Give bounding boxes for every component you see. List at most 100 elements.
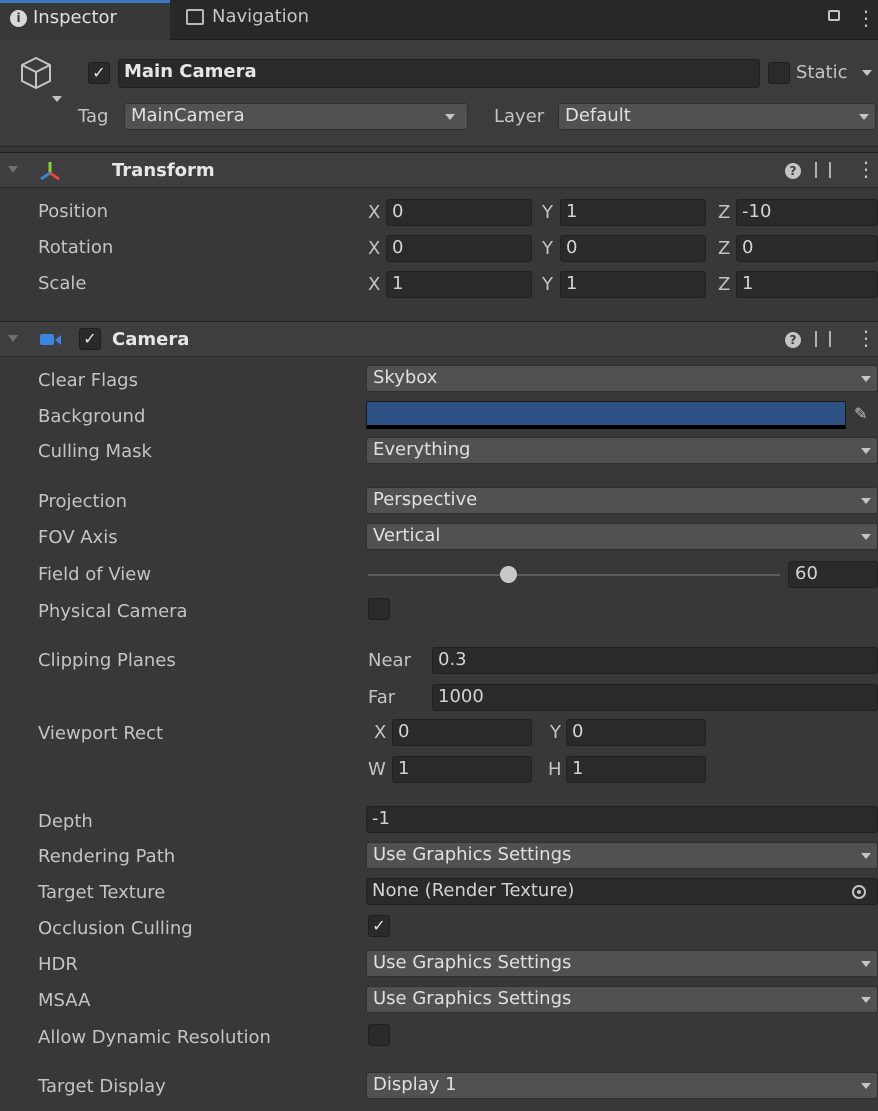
scale-y-label[interactable]: Y [542, 271, 553, 298]
fov-slider-track[interactable] [368, 574, 780, 576]
fold-arrow-icon[interactable] [8, 166, 18, 173]
fold-arrow-icon[interactable] [8, 335, 18, 342]
culling-mask-dropdown[interactable]: Everything [366, 437, 878, 464]
more-icon[interactable]: ⋮ [856, 326, 876, 350]
hdr-dropdown[interactable]: Use Graphics Settings [366, 950, 878, 977]
clear-flags-dropdown[interactable]: Skybox [366, 365, 878, 392]
tab-inspector[interactable]: i Inspector [0, 0, 170, 41]
viewport-y-input[interactable]: 0 [566, 719, 706, 746]
help-icon[interactable]: ? [785, 163, 801, 179]
target-display-label: Target Display [38, 1076, 166, 1097]
position-x-label[interactable]: X [368, 199, 380, 226]
static-label[interactable]: Static [796, 62, 847, 83]
fov-input[interactable]: 60 [788, 561, 878, 588]
scale-y-input[interactable]: 1 [560, 271, 706, 298]
clipping-planes-label: Clipping Planes [38, 650, 176, 671]
scale-x-label[interactable]: X [368, 271, 380, 298]
lock-icon[interactable] [828, 10, 840, 21]
depth-input[interactable]: -1 [366, 806, 878, 833]
far-label[interactable]: Far [368, 684, 395, 711]
target-display-dropdown[interactable]: Display 1 [366, 1072, 878, 1099]
viewport-rect-label: Viewport Rect [38, 723, 164, 744]
fov-label: Field of View [38, 564, 152, 585]
rotation-label: Rotation [38, 237, 114, 258]
object-picker-icon[interactable] [852, 885, 866, 899]
msaa-dropdown[interactable]: Use Graphics Settings [366, 986, 878, 1013]
viewport-w-input[interactable]: 1 [392, 756, 532, 783]
static-checkbox[interactable] [768, 62, 790, 84]
fov-axis-dropdown[interactable]: Vertical [366, 523, 878, 550]
rotation-y-label[interactable]: Y [542, 235, 553, 262]
layer-dropdown[interactable]: Default [558, 103, 876, 130]
object-picker-dot [857, 890, 861, 894]
object-name-input[interactable]: Main Camera [118, 59, 760, 88]
target-texture-value: None (Render Texture) [372, 880, 575, 901]
near-label[interactable]: Near [368, 647, 411, 674]
target-texture-field[interactable]: None (Render Texture) [366, 878, 878, 905]
fov-axis-value: Vertical [373, 525, 441, 546]
rotation-x-label[interactable]: X [368, 235, 380, 262]
icon-dropdown-arrow[interactable] [52, 96, 62, 102]
dynamic-resolution-label: Allow Dynamic Resolution [38, 1027, 271, 1048]
position-z-input[interactable]: -10 [736, 199, 878, 226]
chevron-down-icon [861, 961, 871, 967]
viewport-h-input[interactable]: 1 [566, 756, 706, 783]
rendering-path-dropdown[interactable]: Use Graphics Settings [366, 842, 878, 869]
fov-axis-label: FOV Axis [38, 527, 118, 548]
static-dropdown-arrow[interactable] [862, 70, 872, 76]
rotation-x-input[interactable]: 0 [386, 235, 532, 262]
position-x-input[interactable]: 0 [386, 199, 532, 226]
target-texture-label: Target Texture [38, 882, 166, 903]
help-icon[interactable]: ? [785, 332, 801, 348]
rotation-y-input[interactable]: 0 [560, 235, 706, 262]
camera-header[interactable]: ✓ Camera ? ⋮ [0, 321, 878, 357]
background-color-field[interactable] [366, 401, 846, 429]
far-input[interactable]: 1000 [432, 684, 878, 711]
fov-slider-thumb[interactable] [500, 566, 518, 583]
projection-value: Perspective [373, 489, 478, 510]
eyedropper-icon[interactable]: ✎ [854, 404, 867, 423]
viewport-x-label[interactable]: X [374, 719, 386, 746]
viewport-h-label[interactable]: H [548, 756, 562, 783]
physical-camera-checkbox[interactable] [368, 598, 390, 620]
scale-x-input[interactable]: 1 [386, 271, 532, 298]
more-icon[interactable]: ⋮ [856, 6, 876, 30]
active-checkbox[interactable]: ✓ [88, 62, 110, 84]
hdr-label: HDR [38, 954, 78, 975]
chevron-down-icon [445, 114, 455, 120]
camera-enabled-checkbox[interactable]: ✓ [79, 328, 101, 350]
rotation-z-label[interactable]: Z [718, 235, 730, 262]
viewport-w-label[interactable]: W [368, 756, 386, 783]
presets-icon[interactable] [815, 331, 831, 347]
occlusion-culling-checkbox[interactable]: ✓ [368, 915, 390, 937]
transform-header[interactable]: Transform ? ⋮ [0, 152, 878, 188]
tab-inspector-label: Inspector [33, 7, 117, 28]
position-y-label[interactable]: Y [542, 199, 553, 226]
tag-value: MainCamera [131, 105, 245, 126]
transform-title: Transform [112, 160, 215, 181]
scale-z-input[interactable]: 1 [736, 271, 878, 298]
more-icon[interactable]: ⋮ [856, 157, 876, 181]
scale-z-label[interactable]: Z [718, 271, 730, 298]
gameobject-cube-icon [21, 56, 51, 90]
position-y-input[interactable]: 1 [560, 199, 706, 226]
layer-value: Default [565, 105, 631, 126]
tag-dropdown[interactable]: MainCamera [124, 103, 468, 130]
tag-label: Tag [78, 106, 109, 127]
camera-title: Camera [112, 329, 190, 350]
dynamic-resolution-checkbox[interactable] [368, 1024, 390, 1046]
chevron-down-icon [861, 498, 871, 504]
near-input[interactable]: 0.3 [432, 647, 878, 674]
viewport-x-input[interactable]: 0 [392, 719, 532, 746]
viewport-y-label[interactable]: Y [550, 719, 561, 746]
position-z-label[interactable]: Z [718, 199, 730, 226]
presets-icon[interactable] [815, 162, 831, 178]
rotation-z-input[interactable]: 0 [736, 235, 878, 262]
tab-navigation[interactable]: Navigation [172, 0, 342, 40]
chevron-down-icon [861, 853, 871, 859]
msaa-label: MSAA [38, 990, 91, 1011]
projection-dropdown[interactable]: Perspective [366, 487, 878, 514]
physical-camera-label: Physical Camera [38, 601, 188, 622]
chevron-down-icon [859, 114, 869, 120]
occlusion-culling-label: Occlusion Culling [38, 918, 193, 939]
